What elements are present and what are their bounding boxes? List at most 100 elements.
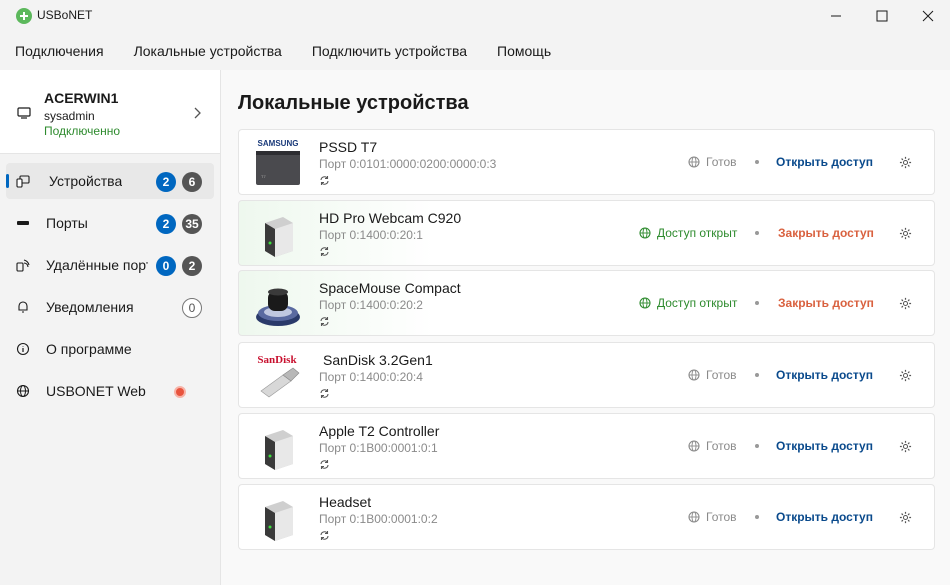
open-access-button[interactable]: Открыть доступ — [776, 368, 873, 382]
sync-icon — [320, 176, 329, 185]
sidebar-item-devices[interactable]: Устройства 2 6 — [6, 163, 214, 199]
sidebar-item-about[interactable]: О программе — [6, 331, 214, 367]
app-title: USBoNET — [37, 8, 93, 22]
count-badge: 2 — [156, 172, 176, 192]
sync-icon — [320, 317, 329, 326]
device-status-label: Доступ открыт — [657, 296, 738, 310]
device-status-label: Готов — [706, 439, 737, 453]
sidebar-item-web[interactable]: USBONET Web — [6, 373, 214, 409]
close-access-button[interactable]: Закрыть доступ — [778, 296, 874, 310]
ready-globe-icon — [688, 440, 700, 452]
count-badge: 0 — [182, 298, 202, 318]
separator-dot — [755, 373, 759, 377]
device-name: Apple T2 Controller — [319, 423, 440, 439]
device-row[interactable]: SanDisk SanDisk 3.2Gen1 Порт 0:1400:0:20… — [238, 342, 935, 408]
remote-ports-icon — [16, 259, 30, 272]
gear-icon[interactable] — [899, 369, 912, 382]
shared-globe-icon — [639, 227, 651, 239]
alert-dot — [174, 386, 186, 398]
sidebar-item-label: Устройства — [49, 173, 123, 189]
page-title: Локальные устройства — [238, 92, 469, 114]
ready-globe-icon — [688, 156, 700, 168]
gear-icon[interactable] — [899, 440, 912, 453]
menu-connections[interactable]: Подключения — [15, 43, 104, 59]
active-indicator — [6, 174, 9, 188]
menu-local-devices[interactable]: Локальные устройства — [134, 43, 282, 59]
menu-bar: Подключения Локальные устройства Подключ… — [0, 32, 950, 70]
sync-icon — [320, 389, 329, 398]
device-status: Готов — [688, 510, 737, 524]
sync-icon — [320, 460, 329, 469]
usb-device-icon — [265, 430, 293, 470]
device-row[interactable]: Headset Порт 0:1B00:0001:0:2 Готов Откры… — [238, 484, 935, 550]
menu-help[interactable]: Помощь — [497, 43, 551, 59]
gear-icon[interactable] — [899, 227, 912, 240]
device-row[interactable]: HD Pro Webcam C920 Порт 0:1400:0:20:1 До… — [238, 200, 935, 266]
sidebar-item-label: О программе — [46, 341, 132, 357]
close-button[interactable] — [905, 0, 950, 32]
sidebar-item-notifications[interactable]: Уведомления 0 — [6, 289, 214, 325]
device-row[interactable]: SAMSUNG T7 PSSD T7 Порт 0:0101:0000:0200… — [238, 129, 935, 195]
device-port: Порт 0:1B00:0001:0:1 — [319, 441, 438, 455]
sync-icon — [320, 531, 329, 540]
shared-globe-icon — [639, 297, 651, 309]
sidebar-item-ports[interactable]: Порты 2 35 — [6, 205, 214, 241]
svg-text:SAMSUNG: SAMSUNG — [258, 139, 299, 148]
port-icon — [17, 221, 29, 225]
count-badge: 2 — [156, 214, 176, 234]
device-row[interactable]: SpaceMouse Compact Порт 0:1400:0:20:2 До… — [238, 270, 935, 336]
device-status: Готов — [688, 368, 737, 382]
count-badge: 35 — [182, 214, 202, 234]
close-access-button[interactable]: Закрыть доступ — [778, 226, 874, 240]
svg-text:SanDisk: SanDisk — [257, 354, 297, 366]
flash-drive-icon: SanDisk — [257, 354, 300, 398]
open-access-button[interactable]: Открыть доступ — [776, 155, 873, 169]
gear-icon[interactable] — [899, 156, 912, 169]
maximize-button[interactable] — [859, 0, 905, 32]
device-status-label: Готов — [706, 368, 737, 382]
sidebar-item-label: Уведомления — [46, 299, 134, 315]
sidebar: ACERWIN1 sysadmin Подключенно Устройства… — [0, 70, 220, 585]
separator-dot — [755, 301, 759, 305]
maximize-icon — [876, 10, 888, 22]
host-user: sysadmin — [44, 109, 95, 123]
ssd-icon: SAMSUNG T7 — [256, 139, 300, 185]
device-name: PSSD T7 — [319, 139, 378, 155]
device-port: Порт 0:1400:0:20:4 — [319, 370, 423, 384]
close-icon — [922, 10, 934, 22]
device-status-label: Доступ открыт — [657, 226, 738, 240]
devices-icon — [16, 175, 30, 188]
device-status: Доступ открыт — [639, 296, 737, 310]
main-panel: Локальные устройства SAMSUNG T7 PSSD T7 … — [220, 70, 950, 585]
spacemouse-icon — [256, 288, 300, 326]
minimize-icon — [831, 15, 841, 17]
device-status: Готов — [688, 155, 737, 169]
open-access-button[interactable]: Открыть доступ — [776, 510, 873, 524]
gear-icon[interactable] — [899, 511, 912, 524]
globe-icon — [16, 384, 30, 398]
sidebar-item-remote-ports[interactable]: Удалённые порты 0 2 — [6, 247, 214, 283]
ready-globe-icon — [688, 511, 700, 523]
info-icon — [16, 342, 30, 356]
separator-dot — [755, 231, 759, 235]
device-port: Порт 0:1B00:0001:0:2 — [319, 512, 438, 526]
svg-text:T7: T7 — [261, 174, 266, 179]
open-access-button[interactable]: Открыть доступ — [776, 439, 873, 453]
device-row[interactable]: Apple T2 Controller Порт 0:1B00:0001:0:1… — [238, 413, 935, 479]
device-port: Порт 0:1400:0:20:2 — [319, 298, 423, 312]
host-name: ACERWIN1 — [44, 90, 119, 106]
device-port: Порт 0:1400:0:20:1 — [319, 228, 423, 242]
usb-device-icon — [265, 217, 293, 257]
count-badge: 0 — [156, 256, 176, 276]
usb-device-icon — [265, 501, 293, 541]
gear-icon[interactable] — [899, 297, 912, 310]
bell-icon — [18, 301, 28, 313]
menu-connect-devices[interactable]: Подключить устройства — [312, 43, 467, 59]
chevron-right-icon — [194, 107, 201, 119]
separator-dot — [755, 515, 759, 519]
host-card[interactable]: ACERWIN1 sysadmin Подключенно — [0, 70, 220, 154]
device-status: Доступ открыт — [639, 226, 737, 240]
minimize-button[interactable] — [813, 0, 859, 32]
sidebar-item-label: Удалённые порты — [46, 257, 148, 273]
app-logo-icon — [16, 8, 32, 24]
